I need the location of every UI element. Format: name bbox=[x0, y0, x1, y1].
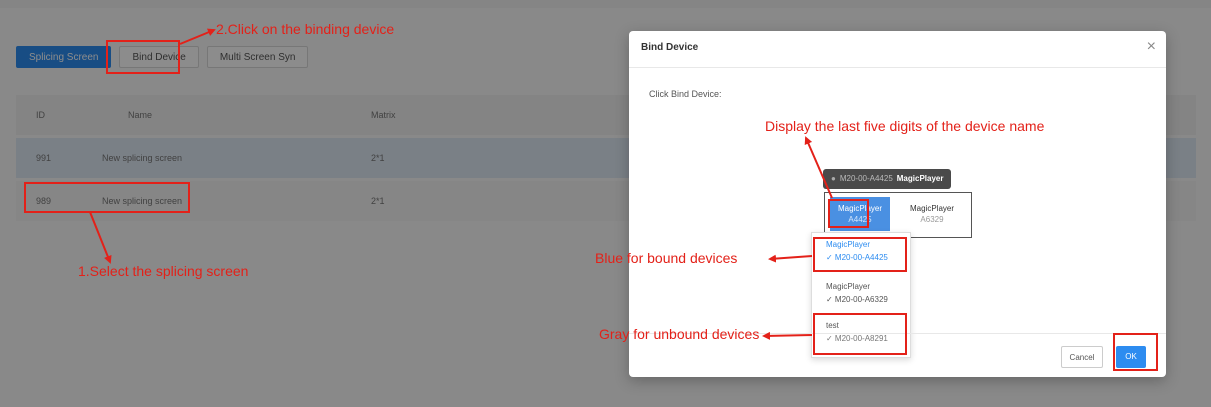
arrow-unbound bbox=[762, 331, 813, 340]
annotation-blue-bound: Blue for bound devices bbox=[595, 250, 738, 266]
arrow-step2 bbox=[179, 28, 216, 45]
arrow-last-five bbox=[804, 136, 833, 199]
annotation-arrows bbox=[89, 28, 833, 340]
annotation-step2: 2.Click on the binding device bbox=[216, 21, 395, 37]
annotation-last-five: Display the last five digits of the devi… bbox=[765, 118, 1045, 134]
arrow-bound bbox=[768, 254, 813, 263]
arrow-step1 bbox=[89, 211, 112, 264]
annotation-gray-unbound: Gray for unbound devices bbox=[599, 326, 760, 342]
annotation-step1: 1.Select the splicing screen bbox=[78, 263, 249, 279]
